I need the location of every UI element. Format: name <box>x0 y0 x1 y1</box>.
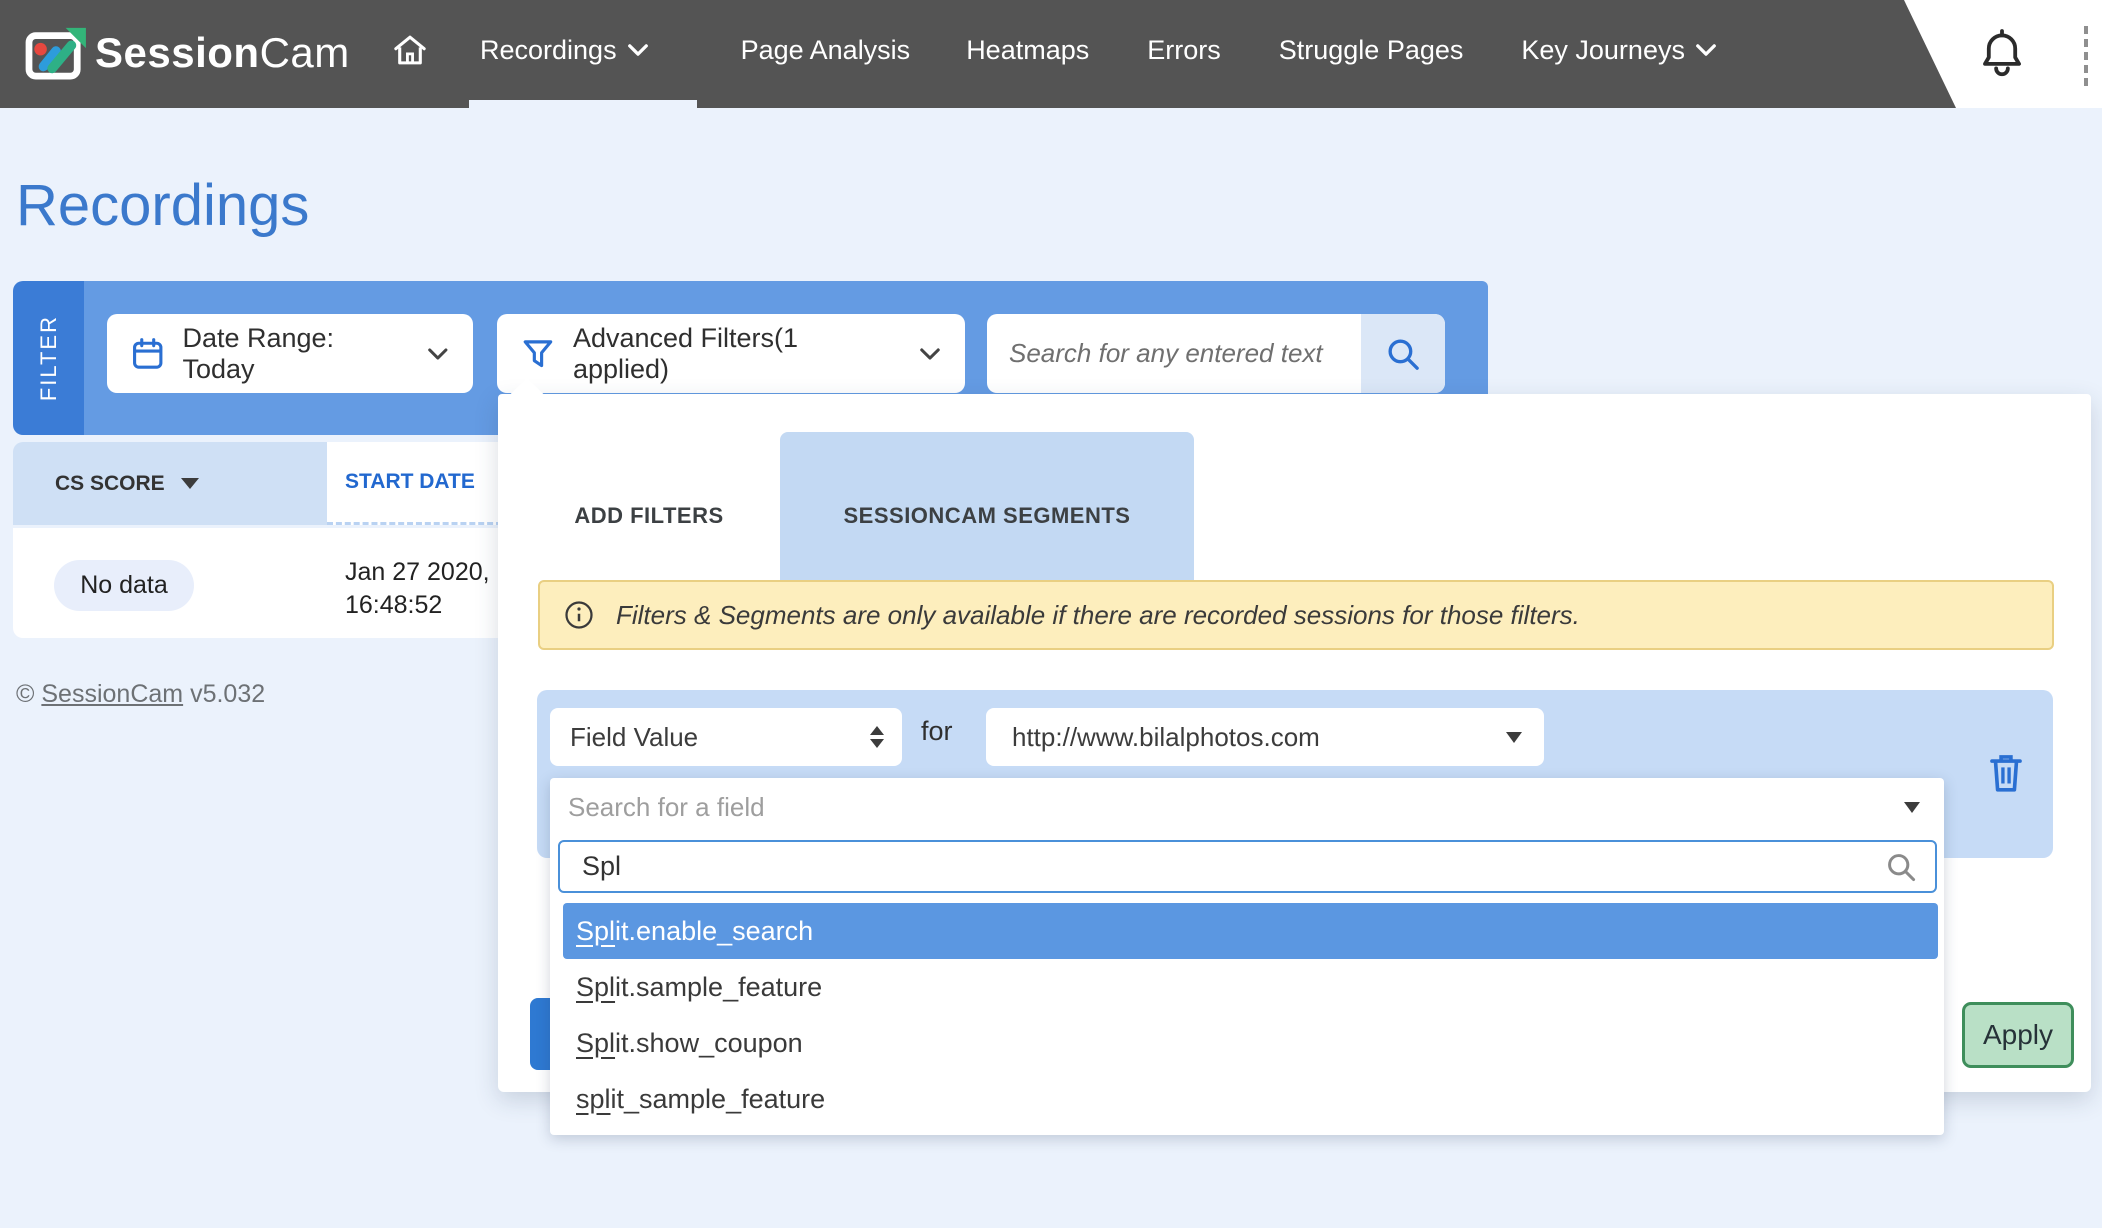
field-option[interactable]: Split.sample_feature <box>563 959 1938 1015</box>
field-type-select[interactable]: Field Value <box>550 708 902 766</box>
nav-item-struggle-pages[interactable]: Struggle Pages <box>1279 35 1464 66</box>
home-icon[interactable] <box>392 33 428 67</box>
advanced-filters-button[interactable]: Advanced Filters(1 applied) <box>497 314 965 393</box>
tab-sessioncam-segments[interactable]: SESSIONCAM SEGMENTS <box>780 432 1194 600</box>
nav-item-page-analysis[interactable]: Page Analysis <box>741 35 911 66</box>
text-search-input[interactable] <box>987 314 1361 393</box>
nav-item-errors[interactable]: Errors <box>1147 35 1221 66</box>
chevron-down-icon <box>427 347 449 361</box>
advanced-filters-label: Advanced Filters(1 applied) <box>573 323 901 385</box>
start-date-cell: Jan 27 2020, 16:48:52 <box>345 556 490 622</box>
nav-item-heatmaps[interactable]: Heatmaps <box>966 35 1089 66</box>
calendar-icon <box>131 336 164 372</box>
date-range-button[interactable]: Date Range: Today <box>107 314 473 393</box>
top-nav: SessionCam Recordings Page Analysis Heat… <box>0 0 2102 108</box>
column-header-cs-score[interactable]: CS SCORE <box>13 442 327 525</box>
field-select-display[interactable]: Search for a field <box>550 778 1944 836</box>
brand-text: SessionCam <box>95 29 350 77</box>
info-banner-text: Filters & Segments are only available if… <box>616 600 1580 631</box>
field-option[interactable]: split_sample_feature <box>563 1071 1938 1127</box>
dropdown-caret-icon <box>1506 732 1522 743</box>
search-icon <box>1385 336 1421 372</box>
field-select-placeholder: Search for a field <box>568 792 765 823</box>
sessioncam-logo-icon <box>25 26 87 80</box>
search-icon <box>1885 851 1917 883</box>
footer-brand-link[interactable]: SessionCam <box>41 680 183 708</box>
sort-desc-icon <box>181 478 199 489</box>
dropdown-caret-icon <box>1904 802 1920 813</box>
field-search-input-wrap <box>558 840 1937 893</box>
apply-button[interactable]: Apply <box>1962 1002 2074 1068</box>
filter-side-tab[interactable]: FILTER <box>13 281 84 435</box>
filter-funnel-icon <box>521 337 555 371</box>
sessioncam-logo[interactable]: SessionCam <box>25 26 350 80</box>
nav-item-key-journeys[interactable]: Key Journeys <box>1521 35 1717 66</box>
column-header-start-date[interactable]: START DATE <box>327 442 502 525</box>
active-tab-indicator <box>469 100 697 108</box>
field-option[interactable]: Split.show_coupon <box>563 1015 1938 1071</box>
for-label: for <box>921 716 953 747</box>
field-option-list: Split.enable_search Split.sample_feature… <box>550 903 1944 1127</box>
overflow-menu-icon[interactable] <box>2084 26 2088 86</box>
chevron-down-icon <box>1695 43 1717 57</box>
field-search-input[interactable] <box>560 851 1885 882</box>
search-submit-button[interactable] <box>1361 314 1445 393</box>
delete-filter-button[interactable] <box>1987 752 2025 794</box>
site-select[interactable]: http://www.bilalphotos.com <box>986 708 1544 766</box>
text-search-box <box>987 314 1445 393</box>
footer-copyright: © SessionCam v5.032 <box>16 680 265 709</box>
select-spinner-icon <box>870 726 884 748</box>
notifications-bell-icon[interactable] <box>1980 28 2024 78</box>
filter-side-tab-label: FILTER <box>36 315 62 401</box>
info-banner: Filters & Segments are only available if… <box>538 580 2054 650</box>
chevron-down-icon <box>919 347 941 361</box>
field-search-dropdown: Search for a field Split.enable_search S… <box>550 778 1944 1135</box>
info-icon <box>564 600 594 630</box>
date-range-label: Date Range: Today <box>182 323 409 385</box>
trash-icon <box>1987 752 2025 794</box>
chevron-down-icon <box>627 43 649 57</box>
tab-add-filters[interactable]: ADD FILTERS <box>538 432 760 600</box>
page-title: Recordings <box>16 172 309 239</box>
field-option[interactable]: Split.enable_search <box>563 903 1938 959</box>
nav-item-recordings[interactable]: Recordings <box>480 35 649 66</box>
table-row[interactable]: No data Jan 27 2020, 16:48:52 <box>13 528 502 638</box>
cs-score-badge: No data <box>54 560 194 611</box>
